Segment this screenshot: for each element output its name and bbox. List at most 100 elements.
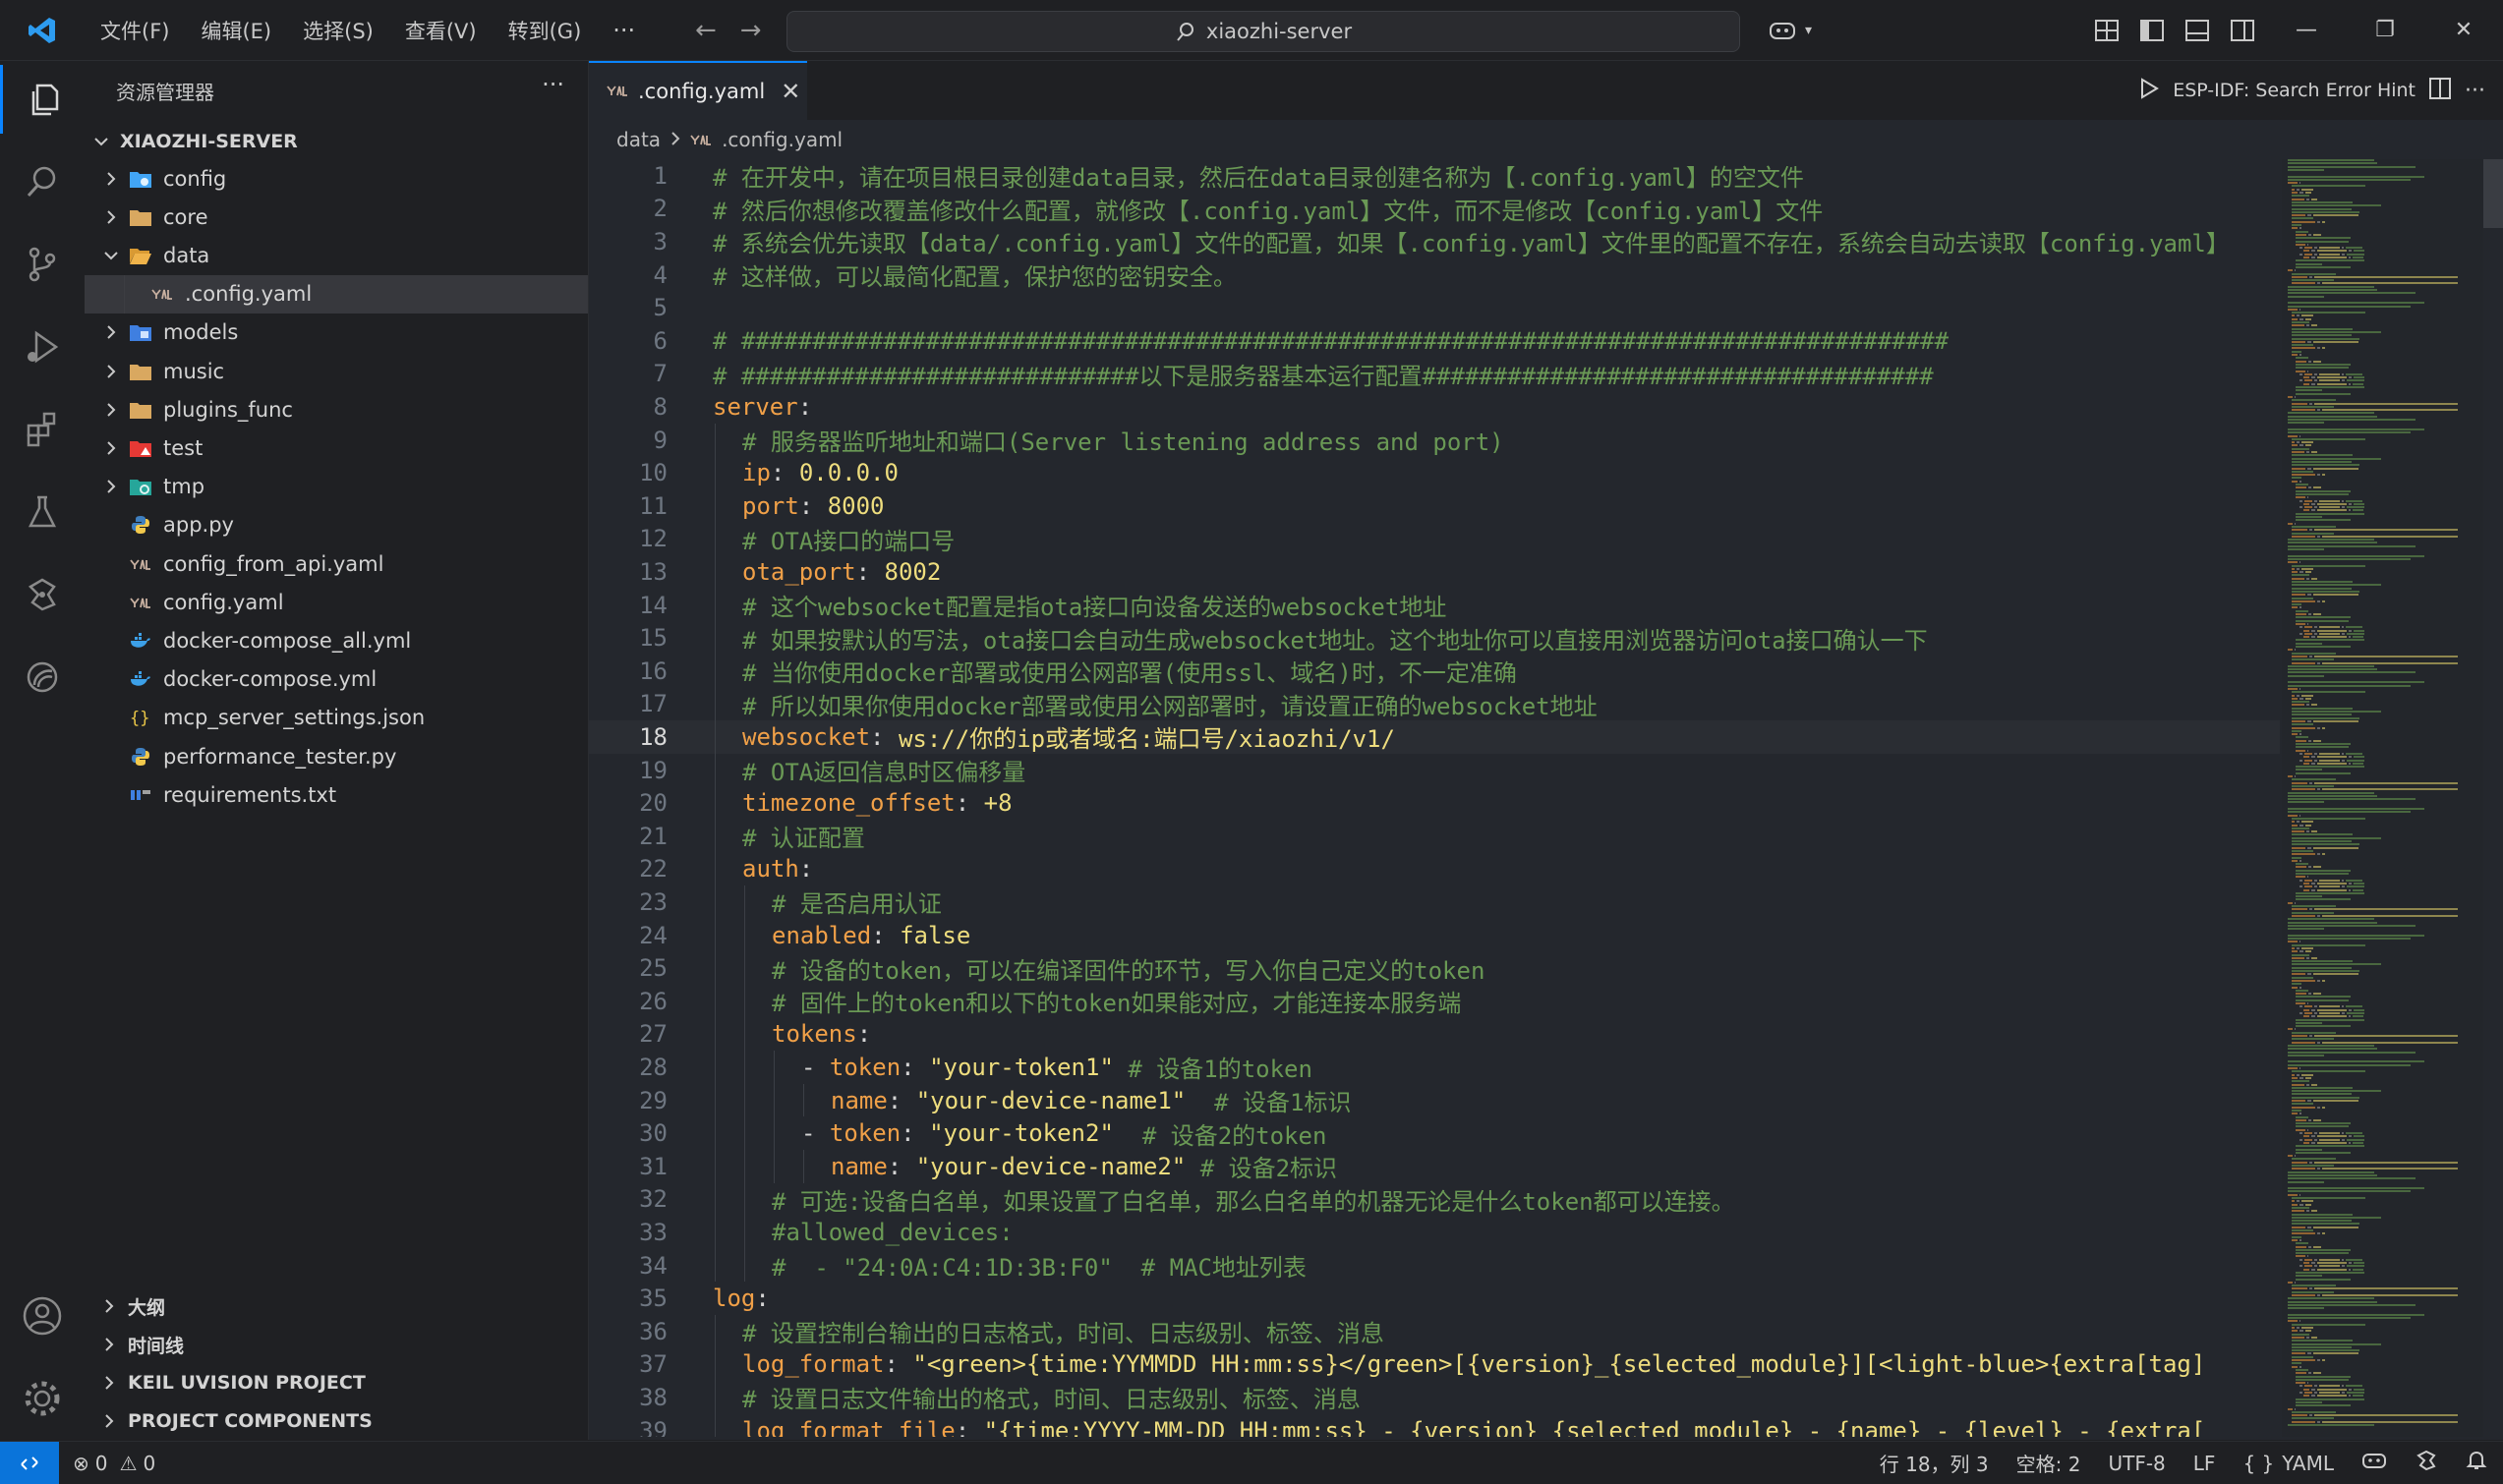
sidebar-section-header[interactable]: 大纲 bbox=[85, 1287, 588, 1325]
code-line[interactable]: 14 # 这个websocket配置是指ota接口向设备发送的websocket地… bbox=[589, 588, 2280, 622]
toggle-panel-icon[interactable] bbox=[2183, 18, 2212, 43]
toggle-secondary-sidebar-icon[interactable] bbox=[2228, 18, 2257, 43]
tree-item[interactable]: docker-compose.yml bbox=[85, 660, 588, 699]
tree-item[interactable]: test bbox=[85, 428, 588, 467]
code-editor[interactable]: 1 # 在开发中，请在项目根目录创建data目录，然后在data目录创建名称为【.… bbox=[589, 159, 2280, 1437]
code-line[interactable]: 25 # 设备的token，可以在编译固件的环节，写入你自己定义的token bbox=[589, 951, 2280, 985]
vertical-scrollbar[interactable] bbox=[2483, 159, 2503, 1437]
search-sidebar-icon[interactable] bbox=[0, 147, 85, 216]
code-line[interactable]: 22 auth: bbox=[589, 852, 2280, 886]
testing-flask-icon[interactable] bbox=[0, 478, 85, 546]
code-line[interactable]: 32 # 可选:设备白名单，如果设置了白名单，那么白名单的机器无论是什么token… bbox=[589, 1182, 2280, 1217]
run-play-icon[interactable] bbox=[2139, 77, 2160, 104]
code-line[interactable]: 28 - token: "your-token1" # 设备1的token bbox=[589, 1051, 2280, 1084]
code-line[interactable]: 11 port: 8000 bbox=[589, 489, 2280, 523]
chevron-down-icon[interactable]: ▾ bbox=[1805, 23, 1812, 38]
close-icon[interactable]: ✕ bbox=[781, 78, 800, 105]
breadcrumb-folder[interactable]: data bbox=[616, 128, 661, 151]
minimize-button[interactable]: — bbox=[2267, 0, 2346, 60]
code-line[interactable]: 6 # #####################################… bbox=[589, 324, 2280, 358]
code-line[interactable]: 18 websocket: ws://你的ip或者域名:端口号/xiaozhi/v… bbox=[589, 720, 2280, 754]
code-line[interactable]: 7 # ############################以下是服务器基本运… bbox=[589, 358, 2280, 391]
tree-item[interactable]: music bbox=[85, 352, 588, 390]
tree-item[interactable]: app.py bbox=[85, 506, 588, 544]
sidebar-section-header[interactable]: KEIL UVISION PROJECT bbox=[85, 1364, 588, 1401]
code-line[interactable]: 39 log_format_file: "{time:YYYY-MM-DD HH:… bbox=[589, 1413, 2280, 1437]
menu-edit[interactable]: 编辑(E) bbox=[185, 0, 287, 60]
code-line[interactable]: 13 ota_port: 8002 bbox=[589, 555, 2280, 589]
sidebar-section-header[interactable]: PROJECT COMPONENTS bbox=[85, 1402, 588, 1440]
scrollbar-thumb[interactable] bbox=[2483, 159, 2503, 228]
code-line[interactable]: 9 # 服务器监听地址和端口(Server listening address a… bbox=[589, 423, 2280, 457]
code-line[interactable]: 1 # 在开发中，请在项目根目录创建data目录，然后在data目录创建名称为【.… bbox=[589, 159, 2280, 193]
code-line[interactable]: 17 # 所以如果你使用docker部署或使用公网部署时，请设置正确的websoc… bbox=[589, 687, 2280, 721]
tree-item[interactable]: requirements.txt bbox=[85, 775, 588, 814]
code-line[interactable]: 24 enabled: false bbox=[589, 918, 2280, 952]
copilot-status-icon[interactable] bbox=[2361, 1451, 2387, 1475]
code-line[interactable]: 21 # 认证配置 bbox=[589, 820, 2280, 853]
sidebar-section-header[interactable]: 时间线 bbox=[85, 1326, 588, 1363]
code-line[interactable]: 36 # 设置控制台输出的日志格式，时间、日志级别、标签、消息 bbox=[589, 1315, 2280, 1348]
tree-item[interactable]: {} mcp_server_settings.json bbox=[85, 699, 588, 737]
esp-idf-icon[interactable] bbox=[0, 560, 85, 629]
notifications-bell-icon[interactable] bbox=[2466, 1450, 2487, 1476]
code-line[interactable]: 34 # - "24:0A:C4:1D:3B:F0" # MAC地址列表 bbox=[589, 1248, 2280, 1283]
code-line[interactable]: 3 # 系统会优先读取【data/.config.yaml】文件的配置，如果【.c… bbox=[589, 225, 2280, 258]
source-control-icon[interactable] bbox=[0, 230, 85, 299]
tree-item[interactable]: performance_tester.py bbox=[85, 737, 588, 775]
code-line[interactable]: 27 tokens: bbox=[589, 1017, 2280, 1052]
tree-item[interactable]: models bbox=[85, 314, 588, 352]
code-line[interactable]: 2 # 然后你想修改覆盖修改什么配置，就修改【.config.yaml】文件，而不… bbox=[589, 193, 2280, 226]
settings-gear-icon[interactable] bbox=[0, 1364, 85, 1433]
menu-selection[interactable]: 选择(S) bbox=[287, 0, 389, 60]
code-line[interactable]: 30 - token: "your-token2" # 设备2的token bbox=[589, 1116, 2280, 1150]
esp-idf-search-error-hint-button[interactable]: ESP-IDF: Search Error Hint bbox=[2173, 80, 2416, 101]
code-line[interactable]: 26 # 固件上的token和以下的token如果能对应，才能连接本服务端 bbox=[589, 985, 2280, 1018]
cursor-position[interactable]: 行 18，列 3 bbox=[1880, 1449, 1989, 1477]
toggle-sidebar-icon[interactable] bbox=[2137, 18, 2167, 43]
tab-config-yaml[interactable]: .config.yaml ✕ bbox=[589, 61, 807, 120]
menu-go[interactable]: 转到(G) bbox=[493, 0, 598, 60]
copilot-icon[interactable] bbox=[1768, 18, 1797, 43]
account-icon[interactable] bbox=[0, 1282, 85, 1350]
run-debug-icon[interactable] bbox=[0, 313, 85, 381]
esp-idf-status-icon[interactable] bbox=[2415, 1450, 2438, 1476]
code-line[interactable]: 29 name: "your-device-name1" # 设备1标识 bbox=[589, 1083, 2280, 1117]
tree-item[interactable]: core bbox=[85, 198, 588, 236]
tree-item[interactable]: tmp bbox=[85, 468, 588, 506]
explorer-icon[interactable] bbox=[0, 65, 87, 134]
remote-explorer-icon[interactable] bbox=[0, 643, 85, 712]
code-line[interactable]: 33 #allowed_devices: bbox=[589, 1216, 2280, 1249]
tree-item[interactable]: plugins_func bbox=[85, 390, 588, 428]
code-line[interactable]: 8 server: bbox=[589, 390, 2280, 424]
back-arrow-icon[interactable]: ← bbox=[683, 16, 728, 45]
tree-item[interactable]: config bbox=[85, 159, 588, 198]
restore-button[interactable]: ❐ bbox=[2346, 0, 2424, 60]
tree-item[interactable]: config_from_api.yaml bbox=[85, 544, 588, 583]
menu-more-button[interactable]: ··· bbox=[597, 17, 651, 44]
code-line[interactable]: 38 # 设置日志文件输出的格式，时间、日志级别、标签、消息 bbox=[589, 1381, 2280, 1414]
code-line[interactable]: 37 log_format: "<green>{time:YYMMDD HH:mm… bbox=[589, 1347, 2280, 1382]
code-line[interactable]: 10 ip: 0.0.0.0 bbox=[589, 456, 2280, 489]
breadcrumb-file[interactable]: .config.yaml bbox=[722, 128, 843, 151]
command-center-search[interactable]: xiaozhi-server bbox=[786, 11, 1740, 52]
tree-item[interactable]: config.yaml bbox=[85, 583, 588, 621]
split-editor-icon[interactable] bbox=[2429, 77, 2452, 104]
explorer-more-button[interactable]: ··· bbox=[542, 71, 564, 98]
code-line[interactable]: 31 name: "your-device-name2" # 设备2标识 bbox=[589, 1150, 2280, 1183]
menu-file[interactable]: 文件(F) bbox=[85, 0, 185, 60]
code-line[interactable]: 16 # 当你使用docker部署或使用公网部署(使用ssl、域名)时，不一定准确 bbox=[589, 655, 2280, 688]
indentation[interactable]: 空格: 2 bbox=[2016, 1449, 2081, 1477]
editor-more-button[interactable]: ··· bbox=[2465, 79, 2485, 103]
code-line[interactable]: 35 log: bbox=[589, 1282, 2280, 1315]
customize-layout-icon[interactable] bbox=[2092, 18, 2122, 43]
close-window-button[interactable]: ✕ bbox=[2424, 0, 2503, 60]
remote-indicator[interactable] bbox=[0, 1442, 59, 1484]
code-line[interactable]: 15 # 如果按默认的写法，ota接口会自动生成websocket地址。这个地址你… bbox=[589, 621, 2280, 655]
tree-item[interactable]: .config.yaml bbox=[85, 274, 588, 314]
forward-arrow-icon[interactable]: → bbox=[728, 16, 774, 45]
workspace-root[interactable]: XIAOZHI-SERVER bbox=[85, 124, 588, 159]
code-line[interactable]: 12 # OTA接口的端口号 bbox=[589, 522, 2280, 556]
code-line[interactable]: 5 bbox=[589, 291, 2280, 324]
tree-item[interactable]: docker-compose_all.yml bbox=[85, 621, 588, 659]
